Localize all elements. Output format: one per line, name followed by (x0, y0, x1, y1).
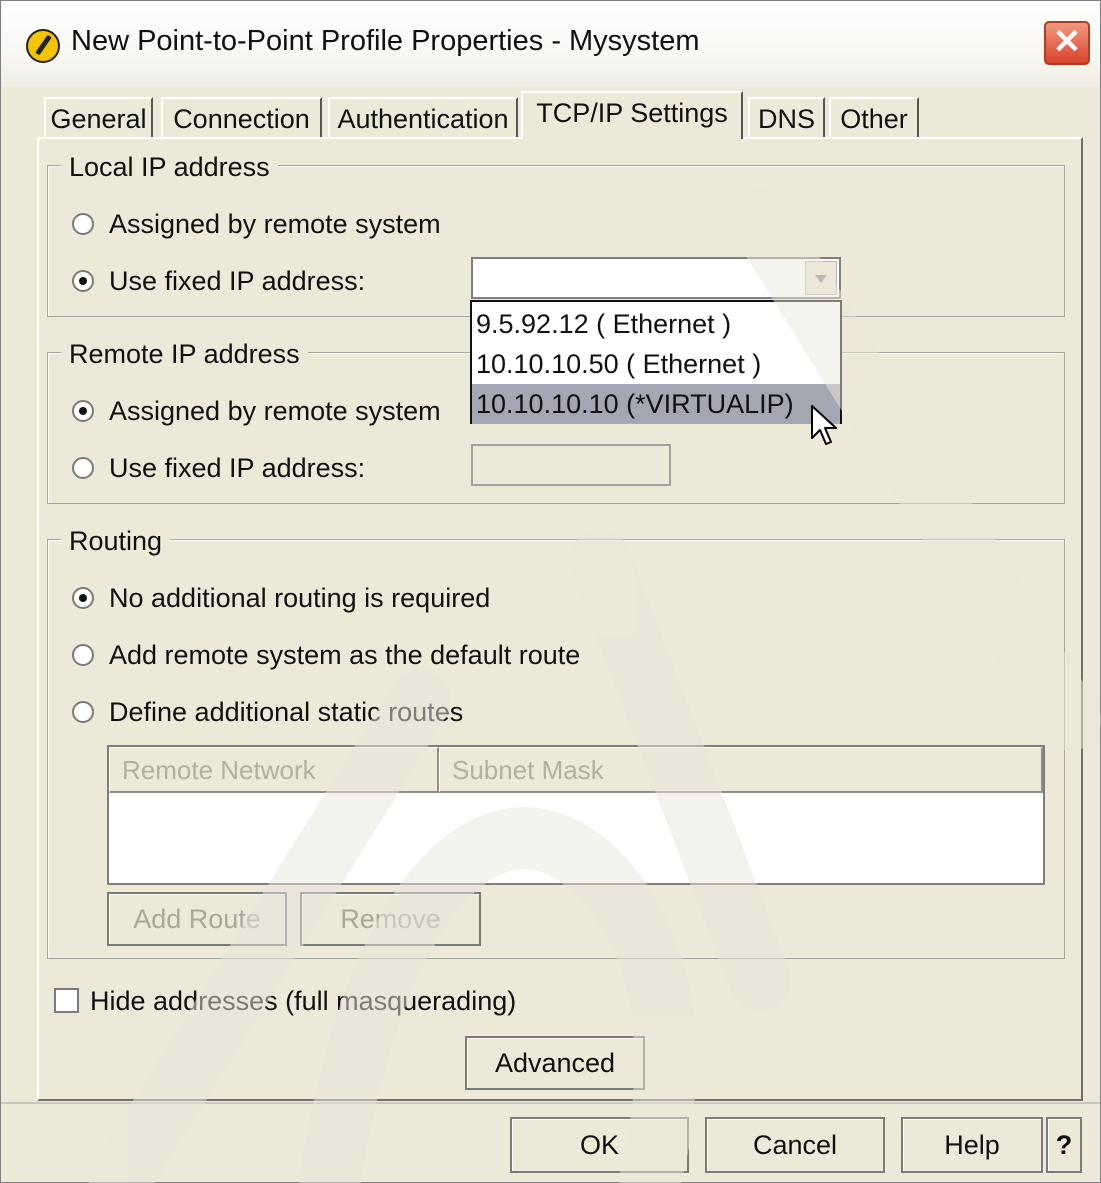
remove-button[interactable]: Remove (300, 892, 481, 946)
app-icon (26, 29, 60, 63)
local-ip-legend: Local IP address (61, 151, 278, 183)
local-fixed-label: Use fixed IP address: (109, 266, 366, 296)
cancel-button[interactable]: Cancel (705, 1117, 885, 1173)
tab-other[interactable]: Other (829, 97, 919, 139)
local-fixed-radio[interactable] (72, 270, 94, 292)
remote-ip-legend: Remote IP address (61, 338, 308, 370)
tab-authentication[interactable]: Authentication (328, 97, 518, 139)
dialog-window: New Point-to-Point Profile Properties - … (0, 0, 1101, 1183)
routing-none-label: No additional routing is required (109, 583, 491, 613)
tab-tcpip-settings[interactable]: TCP/IP Settings (521, 91, 743, 139)
context-help-button[interactable]: ? (1046, 1117, 1082, 1173)
hide-addresses-checkbox[interactable] (54, 988, 79, 1013)
dropdown-option[interactable]: 10.10.10.50 ( Ethernet ) (472, 344, 840, 384)
column-header-remote-network[interactable]: Remote Network (109, 747, 439, 793)
close-button[interactable]: ✕ (1044, 21, 1090, 65)
remote-fixed-label: Use fixed IP address: (109, 453, 366, 483)
static-routes-table[interactable]: Remote Network Subnet Mask (107, 745, 1045, 885)
mouse-pointer-icon (811, 405, 837, 445)
routing-default-radio[interactable] (72, 644, 94, 666)
routing-legend: Routing (61, 525, 171, 557)
local-ip-dropdown-list: 9.5.92.12 ( Ethernet ) 10.10.10.50 ( Eth… (470, 300, 842, 424)
window-title: New Point-to-Point Profile Properties - … (71, 25, 700, 57)
routing-static-radio[interactable] (72, 701, 94, 723)
advanced-button[interactable]: Advanced (465, 1036, 645, 1090)
tab-connection[interactable]: Connection (161, 97, 322, 139)
local-assigned-radio[interactable] (72, 213, 94, 235)
hide-addresses-label: Hide addresses (full masquerading) (90, 986, 517, 1016)
remote-ip-field[interactable] (471, 444, 671, 486)
routing-static-label: Define additional static routes (109, 697, 464, 727)
tab-dns[interactable]: DNS (748, 97, 825, 139)
footer-separator (1, 1102, 1100, 1104)
routing-none-radio[interactable] (72, 587, 94, 609)
remote-fixed-radio[interactable] (72, 457, 94, 479)
title-bar[interactable]: New Point-to-Point Profile Properties - … (1, 1, 1100, 87)
add-route-button[interactable]: Add Route (107, 892, 287, 946)
remote-assigned-radio[interactable] (72, 400, 94, 422)
local-ip-combo[interactable] (471, 257, 841, 299)
column-header-subnet-mask[interactable]: Subnet Mask (439, 747, 1043, 793)
local-assigned-label: Assigned by remote system (109, 209, 441, 239)
dropdown-option[interactable]: 9.5.92.12 ( Ethernet ) (472, 304, 840, 344)
dropdown-option-highlighted[interactable]: 10.10.10.10 (*VIRTUALIP) (472, 384, 840, 424)
chevron-down-icon[interactable] (805, 261, 837, 295)
tab-general[interactable]: General (44, 97, 153, 139)
remote-assigned-label: Assigned by remote system (109, 396, 441, 426)
help-button[interactable]: Help (901, 1117, 1043, 1173)
ok-button[interactable]: OK (510, 1117, 689, 1173)
routing-default-label: Add remote system as the default route (109, 640, 581, 670)
